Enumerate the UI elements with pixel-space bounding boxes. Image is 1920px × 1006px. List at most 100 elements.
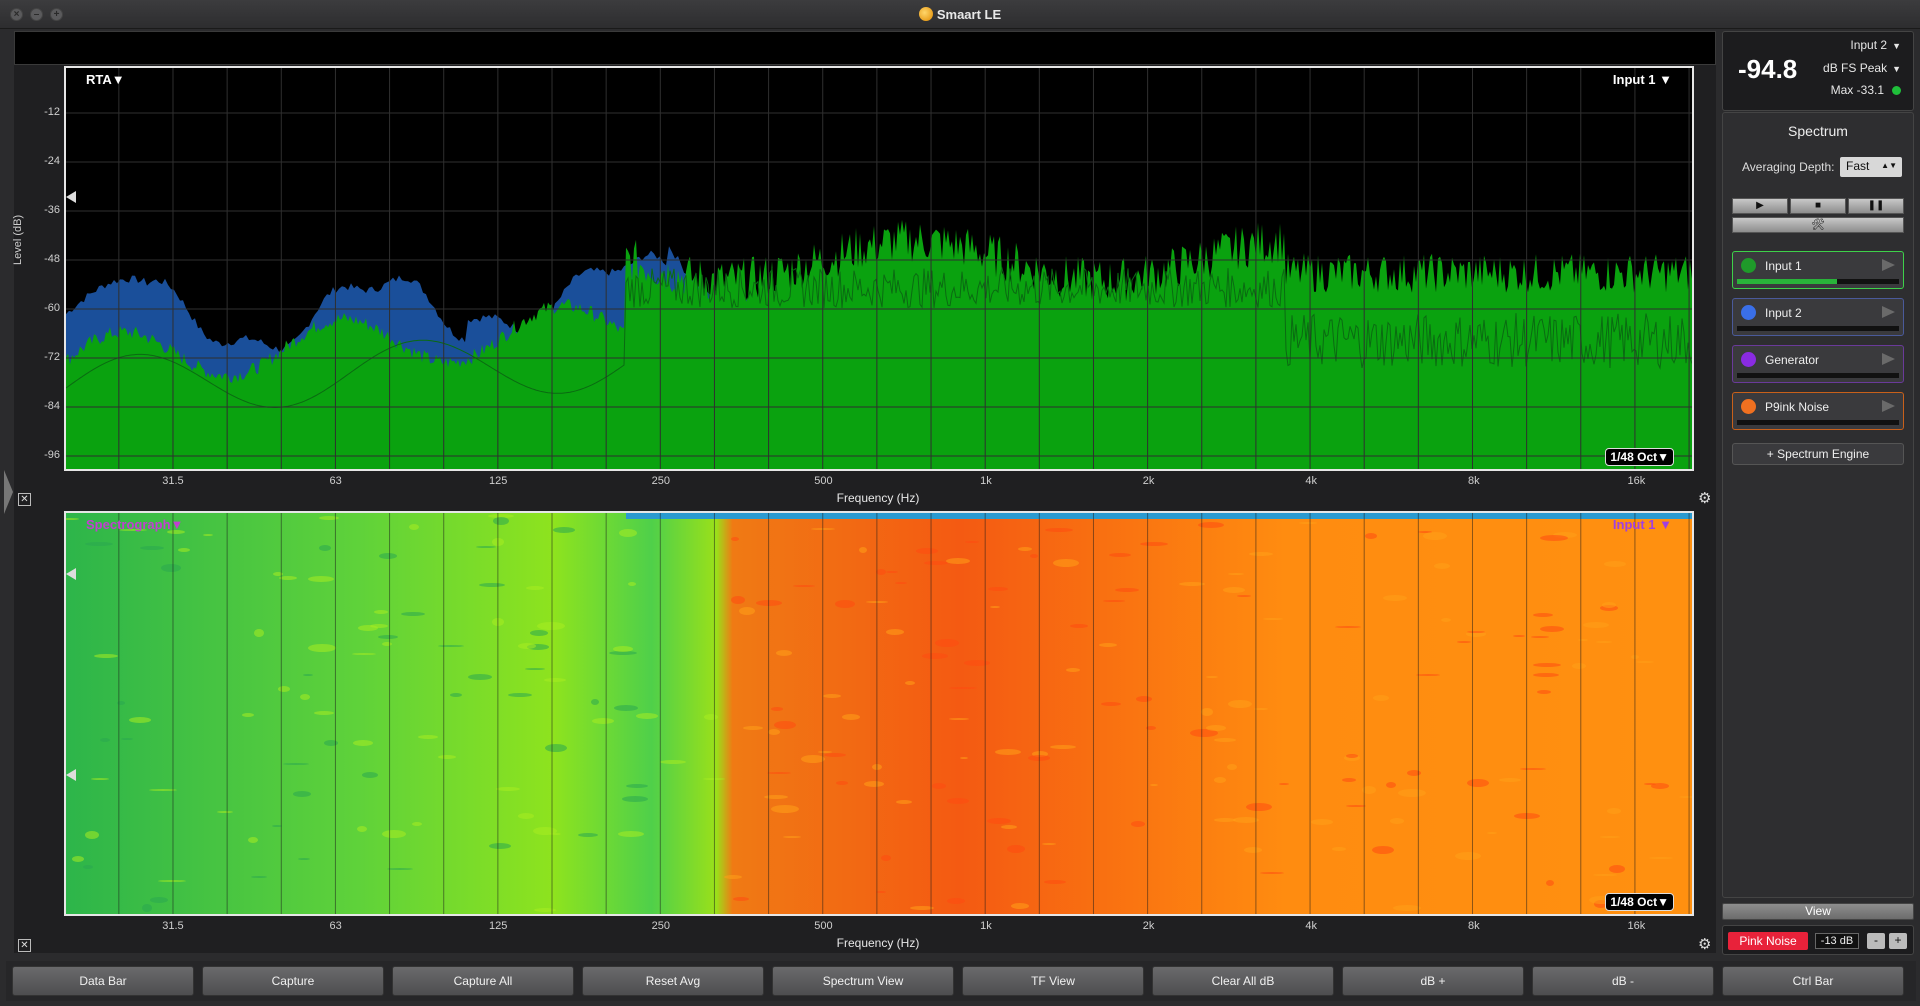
generator-level: -13 dB — [1815, 933, 1859, 949]
spectrograph-cell — [242, 713, 254, 717]
spectrograph-cell — [370, 624, 388, 628]
spectrograph-mode-dropdown[interactable]: Spectrograph▼ — [86, 517, 183, 532]
spectrograph-cell — [272, 825, 282, 827]
command-button-db-[interactable]: dB + — [1342, 966, 1524, 996]
spectrograph-x-tick: 63 — [329, 920, 342, 932]
spectrograph-cell — [1407, 770, 1421, 776]
spectrograph-settings-gear-icon[interactable]: ⚙ — [1698, 935, 1711, 953]
command-button-capture-all[interactable]: Capture All — [392, 966, 574, 996]
pause-button[interactable]: ❚❚ — [1848, 198, 1904, 214]
spectrograph-cell — [1263, 618, 1283, 620]
data-bar — [14, 31, 1716, 65]
spectrograph-cell — [1467, 631, 1485, 633]
spectrograph-cell — [1249, 552, 1273, 556]
spectrograph-cell — [489, 843, 511, 849]
spectrograph-cell — [793, 585, 815, 587]
command-button-reset-avg[interactable]: Reset Avg — [582, 966, 764, 996]
play-icon[interactable] — [1882, 306, 1895, 318]
rta-x-axis-label: Frequency (Hz) — [836, 491, 920, 505]
rta-resolution-dropdown[interactable]: 1/48 Oct▼ — [1605, 448, 1674, 466]
command-button-ctrl-bar[interactable]: Ctrl Bar — [1722, 966, 1904, 996]
command-button-clear-all-db[interactable]: Clear All dB — [1152, 966, 1334, 996]
close-spectrograph-icon[interactable]: ✕ — [18, 939, 31, 952]
input-button[interactable]: Generator — [1732, 345, 1904, 383]
close-rta-icon[interactable]: ✕ — [18, 493, 31, 506]
spectrograph-cell — [1487, 832, 1497, 834]
input-button[interactable]: Input 2 — [1732, 298, 1904, 336]
command-button-spectrum-view[interactable]: Spectrum View — [772, 966, 954, 996]
spectrograph-cell — [518, 813, 534, 819]
meter-input-dropdown[interactable]: Input 2 ▼ — [1850, 38, 1901, 52]
rta-y-tick: -96 — [44, 449, 60, 461]
input-label: Input 1 — [1765, 259, 1802, 273]
spectrograph-cell — [1332, 847, 1346, 851]
spectrograph-cell — [922, 653, 948, 659]
spectrograph-cell — [1011, 903, 1029, 909]
input1-trace — [66, 219, 1692, 469]
spectrograph-cell — [960, 757, 968, 759]
spectrograph-cell — [379, 553, 397, 559]
add-spectrum-engine-button[interactable]: + Spectrum Engine — [1732, 443, 1904, 465]
spectrograph-x-tick: 2k — [1142, 920, 1155, 932]
spectrograph-cell — [1214, 818, 1236, 822]
rta-y-tick: -48 — [44, 253, 60, 265]
spectrograph-cell — [1499, 778, 1521, 782]
meter-max: Max -33.1 — [1831, 83, 1901, 97]
spectrograph-resolution-dropdown[interactable]: 1/48 Oct▼ — [1605, 893, 1674, 911]
spectrograph-cell — [636, 713, 658, 719]
averaging-depth-select[interactable]: Fast ▲▼ — [1840, 157, 1902, 177]
spectrograph-cell — [764, 795, 788, 799]
tools-button[interactable]: 🛠 — [1732, 217, 1904, 233]
command-button-capture[interactable]: Capture — [202, 966, 384, 996]
spectrograph-cell — [479, 583, 505, 587]
rta-level-marker[interactable] — [66, 191, 76, 203]
spectrograph-cell — [1593, 874, 1617, 876]
spectrograph-source-dropdown[interactable]: Input 1 ▼ — [1613, 517, 1672, 532]
spectrograph-lower-marker[interactable] — [66, 769, 76, 781]
spectrograph-cell — [251, 876, 267, 878]
title-bar: × – + Smaart LE — [0, 0, 1920, 29]
command-button-tf-view[interactable]: TF View — [962, 966, 1144, 996]
spectrograph-cell — [85, 542, 113, 546]
spectrograph-cell — [731, 596, 745, 604]
spectrograph-cell — [1572, 663, 1586, 669]
view-button[interactable]: View — [1722, 903, 1914, 920]
spectrograph-cell — [142, 904, 152, 912]
clip-indicator-icon[interactable] — [1892, 86, 1901, 95]
pink-noise-button[interactable]: Pink Noise — [1728, 932, 1808, 950]
spectrograph-cell — [864, 781, 884, 787]
command-button-db-[interactable]: dB - — [1532, 966, 1714, 996]
command-button-data-bar[interactable]: Data Bar — [12, 966, 194, 996]
rta-graph — [66, 68, 1692, 469]
play-icon[interactable] — [1882, 353, 1895, 365]
play-icon[interactable] — [1882, 259, 1895, 271]
generator-level-down-button[interactable]: - — [1867, 933, 1885, 949]
input-button[interactable]: P9ink Noise — [1732, 392, 1904, 430]
spectrograph-cell — [1101, 702, 1121, 706]
spectrograph-cell — [628, 582, 636, 586]
spectrograph-cell — [1596, 641, 1612, 643]
spectrograph-cell — [1030, 554, 1038, 558]
spectrograph-cell — [824, 753, 846, 757]
rta-mode-dropdown[interactable]: RTA▼ — [86, 72, 125, 87]
spectrograph-upper-marker[interactable] — [66, 568, 76, 580]
stop-button[interactable]: ■ — [1790, 198, 1846, 214]
spectrograph-cell — [83, 865, 93, 869]
expand-arrow-icon[interactable] — [4, 470, 13, 514]
play-icon[interactable] — [1882, 400, 1895, 412]
generator-level-up-button[interactable]: + — [1889, 933, 1907, 949]
rta-source-dropdown[interactable]: Input 1 ▼ — [1613, 72, 1672, 87]
spectrograph-cell — [1383, 595, 1407, 601]
rta-plot[interactable]: RTA▼ Input 1 ▼ 1/48 Oct▼ — [64, 66, 1694, 471]
spectrograph-cell — [300, 694, 310, 700]
spectrograph-cell — [1044, 880, 1066, 884]
play-button[interactable]: ▶ — [1732, 198, 1788, 214]
meter-units-dropdown[interactable]: dB FS Peak ▼ — [1823, 61, 1901, 75]
rta-settings-gear-icon[interactable]: ⚙ — [1698, 489, 1711, 507]
spectrograph-cell — [544, 678, 566, 682]
spectrograph-cell — [1416, 674, 1440, 676]
rta-x-tick: 125 — [489, 475, 508, 487]
spectrograph-plot[interactable]: Spectrograph▼ Input 1 ▼ 1/48 Oct▼ — [64, 511, 1694, 916]
rta-x-tick: 250 — [651, 475, 670, 487]
input-button[interactable]: Input 1 — [1732, 251, 1904, 289]
